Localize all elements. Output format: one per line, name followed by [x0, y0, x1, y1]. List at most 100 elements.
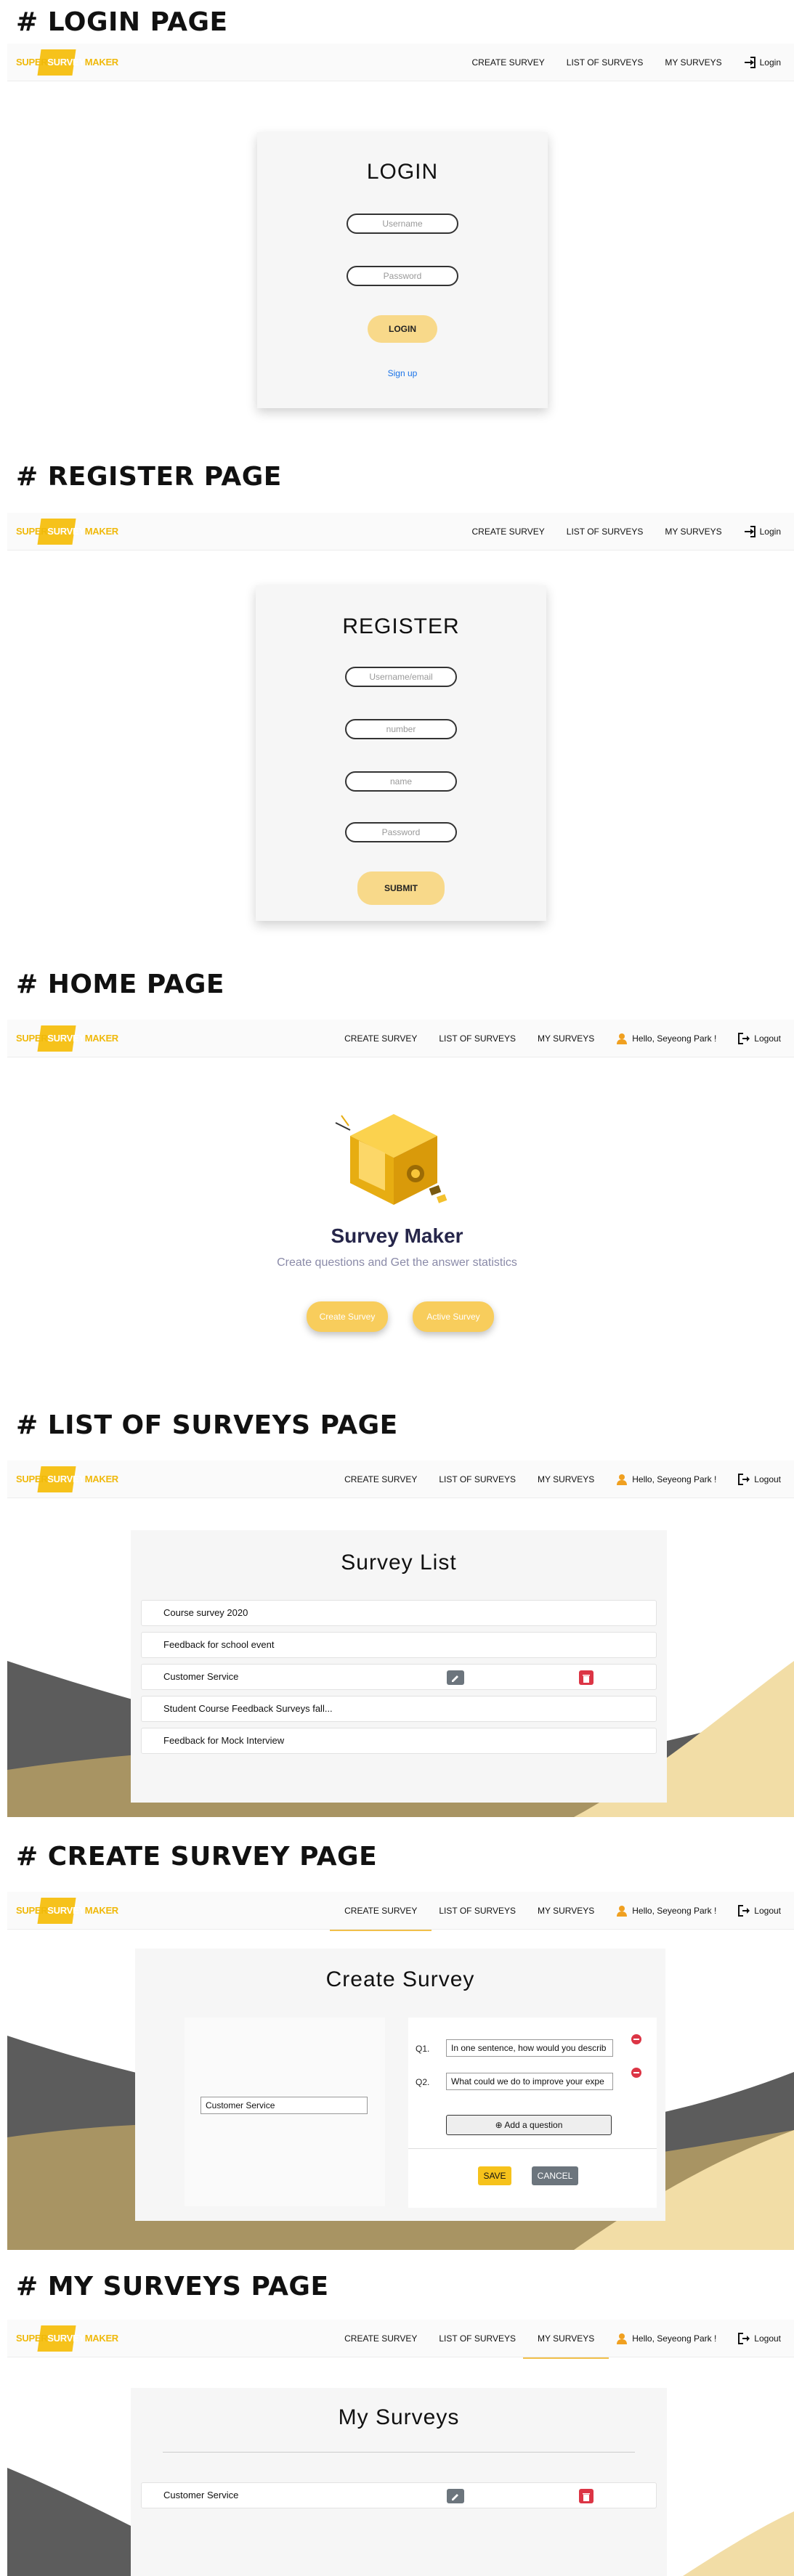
login-title: LOGIN: [366, 160, 439, 184]
nav-logout[interactable]: Logout: [738, 1020, 781, 1057]
nav-user[interactable]: Hello, Seyeong Park !: [616, 2320, 716, 2357]
survey-row[interactable]: Course survey 2020: [141, 1600, 657, 1626]
add-question-button[interactable]: ⊕ Add a question: [446, 2115, 612, 2135]
nav-create-survey[interactable]: CREATE SURVEY: [472, 44, 545, 81]
nav-user[interactable]: Hello, Seyeong Park !: [616, 1020, 716, 1057]
sign-in-icon: [744, 57, 755, 68]
nav-logout[interactable]: Logout: [738, 1460, 781, 1498]
remove-question-icon[interactable]: [631, 2033, 642, 2045]
user-icon: [617, 1906, 628, 1917]
hero-subtitle: Create questions and Get the answer stat…: [277, 1256, 517, 1269]
active-survey-button[interactable]: Active Survey: [413, 1301, 494, 1332]
divider: [163, 2452, 635, 2453]
nav-create-survey[interactable]: CREATE SURVEY: [344, 1460, 417, 1498]
sign-in-icon: [744, 526, 755, 537]
edit-button[interactable]: [447, 2489, 464, 2503]
survey-name-input[interactable]: Customer Service: [200, 2097, 368, 2114]
edit-icon: [452, 2494, 458, 2500]
password-input[interactable]: Password: [345, 822, 457, 842]
delete-button[interactable]: [579, 1670, 594, 1685]
sign-out-icon: [738, 1905, 750, 1917]
username-input[interactable]: Username: [347, 214, 458, 234]
nav-my-surveys[interactable]: MY SURVEYS: [665, 44, 721, 81]
survey-row[interactable]: Feedback for school event: [141, 1632, 657, 1658]
safe-box-illustration: [335, 1114, 447, 1205]
logo[interactable]: SUPERSURVEYMAKER: [16, 1025, 118, 1052]
nav-logout[interactable]: Logout: [738, 2320, 781, 2357]
username-email-input[interactable]: Username/email: [345, 667, 457, 687]
nav-create-survey[interactable]: CREATE SURVEY: [472, 513, 545, 550]
nav-login[interactable]: Login: [744, 513, 781, 550]
nav-list-of-surveys[interactable]: LIST OF SURVEYS: [567, 513, 644, 550]
password-input[interactable]: Password: [347, 266, 458, 286]
nav-create-survey[interactable]: CREATE SURVEY: [344, 1020, 417, 1057]
questions-panel: Q1. In one sentence, how would you descr…: [408, 2018, 657, 2208]
section-heading-create: # CREATE SURVEY PAGE: [16, 1842, 378, 1872]
name-input[interactable]: name: [345, 771, 457, 792]
section-heading-home: # HOME PAGE: [16, 970, 224, 999]
hero-title: Survey Maker: [331, 1224, 463, 1247]
nav-my-surveys[interactable]: MY SURVEYS: [665, 513, 721, 550]
nav-my-surveys[interactable]: MY SURVEYS: [538, 1020, 594, 1057]
section-heading-login: # LOGIN PAGE: [16, 7, 228, 37]
navbar: SUPERSURVEYMAKER CREATE SURVEY LIST OF S…: [7, 513, 794, 550]
nav-login[interactable]: Login: [744, 44, 781, 81]
nav-my-surveys[interactable]: MY SURVEYS: [522, 2320, 609, 2359]
question-label: Q1.: [416, 2044, 430, 2054]
logo[interactable]: SUPERSURVEYMAKER: [16, 2325, 118, 2352]
user-icon: [617, 1033, 628, 1044]
survey-row[interactable]: Customer Service: [141, 1664, 657, 1690]
nav-my-surveys[interactable]: MY SURVEYS: [538, 1460, 594, 1498]
survey-list-card: Survey List Course survey 2020 Feedback …: [131, 1530, 667, 1803]
nav-list-of-surveys[interactable]: LIST OF SURVEYS: [567, 44, 644, 81]
nav-my-surveys[interactable]: MY SURVEYS: [538, 1892, 594, 1930]
nav-user[interactable]: Hello, Seyeong Park !: [616, 1892, 716, 1930]
submit-button[interactable]: SUBMIT: [357, 871, 445, 905]
navbar: SUPERSURVEYMAKER CREATE SURVEY LIST OF S…: [7, 1460, 794, 1498]
login-card: LOGIN Username Password LOGIN Sign up: [257, 132, 548, 408]
survey-row[interactable]: Feedback for Mock Interview: [141, 1728, 657, 1754]
login-button[interactable]: LOGIN: [368, 315, 437, 343]
nav-create-survey[interactable]: CREATE SURVEY: [330, 1892, 432, 1931]
plus-circle-icon: ⊕: [495, 2120, 505, 2130]
navbar: SUPERSURVEYMAKER CREATE SURVEY LIST OF S…: [7, 2320, 794, 2359]
nav-logout[interactable]: Logout: [738, 1892, 781, 1930]
logo[interactable]: SUPERSURVEYMAKER: [16, 519, 118, 545]
nav-user[interactable]: Hello, Seyeong Park !: [616, 1460, 716, 1498]
save-button[interactable]: SAVE: [478, 2166, 511, 2185]
create-survey-title: Create Survey: [325, 1967, 475, 1991]
sign-out-icon: [738, 2333, 750, 2344]
logo[interactable]: SUPERSURVEYMAKER: [16, 1466, 118, 1492]
question-label: Q2.: [416, 2077, 430, 2087]
my-surveys-card: My Surveys Customer Service: [131, 2388, 667, 2576]
question-input[interactable]: In one sentence, how would you describ: [446, 2039, 613, 2057]
create-survey-card: Create Survey Customer Service Q1. In on…: [135, 1949, 665, 2221]
survey-row[interactable]: Student Course Feedback Surveys fall...: [141, 1696, 657, 1722]
logo[interactable]: SUPERSURVEYMAKER: [16, 49, 118, 76]
survey-row[interactable]: Customer Service: [141, 2482, 657, 2508]
navbar: SUPERSURVEYMAKER CREATE SURVEY LIST OF S…: [7, 1020, 794, 1057]
nav-list-of-surveys[interactable]: LIST OF SURVEYS: [439, 1892, 516, 1930]
sign-out-icon: [738, 1474, 750, 1485]
nav-create-survey[interactable]: CREATE SURVEY: [344, 2320, 417, 2357]
nav-list-of-surveys[interactable]: LIST OF SURVEYS: [439, 1020, 516, 1057]
survey-list-title: Survey List: [341, 1551, 457, 1575]
logo[interactable]: SUPERSURVEYMAKER: [16, 1898, 118, 1924]
number-input[interactable]: number: [345, 719, 457, 739]
nav-list-of-surveys[interactable]: LIST OF SURVEYS: [439, 2320, 516, 2357]
nav-list-of-surveys[interactable]: LIST OF SURVEYS: [439, 1460, 516, 1498]
section-heading-list: # LIST OF SURVEYS PAGE: [16, 1410, 398, 1440]
cancel-button[interactable]: CANCEL: [532, 2166, 578, 2185]
question-input[interactable]: What could we do to improve your expe: [446, 2073, 613, 2090]
edit-button[interactable]: [447, 1670, 464, 1685]
signup-link[interactable]: Sign up: [257, 368, 548, 378]
edit-icon: [452, 1675, 458, 1682]
navbar: SUPERSURVEYMAKER CREATE SURVEY LIST OF S…: [7, 1892, 794, 1931]
remove-question-icon[interactable]: [631, 2067, 642, 2079]
register-card: REGISTER Username/email number name Pass…: [256, 585, 546, 921]
section-heading-mine: # MY SURVEYS PAGE: [16, 2272, 329, 2301]
delete-button[interactable]: [579, 2489, 594, 2503]
create-survey-button[interactable]: Create Survey: [307, 1301, 388, 1332]
section-heading-register: # REGISTER PAGE: [16, 462, 282, 492]
user-icon: [617, 2333, 628, 2344]
